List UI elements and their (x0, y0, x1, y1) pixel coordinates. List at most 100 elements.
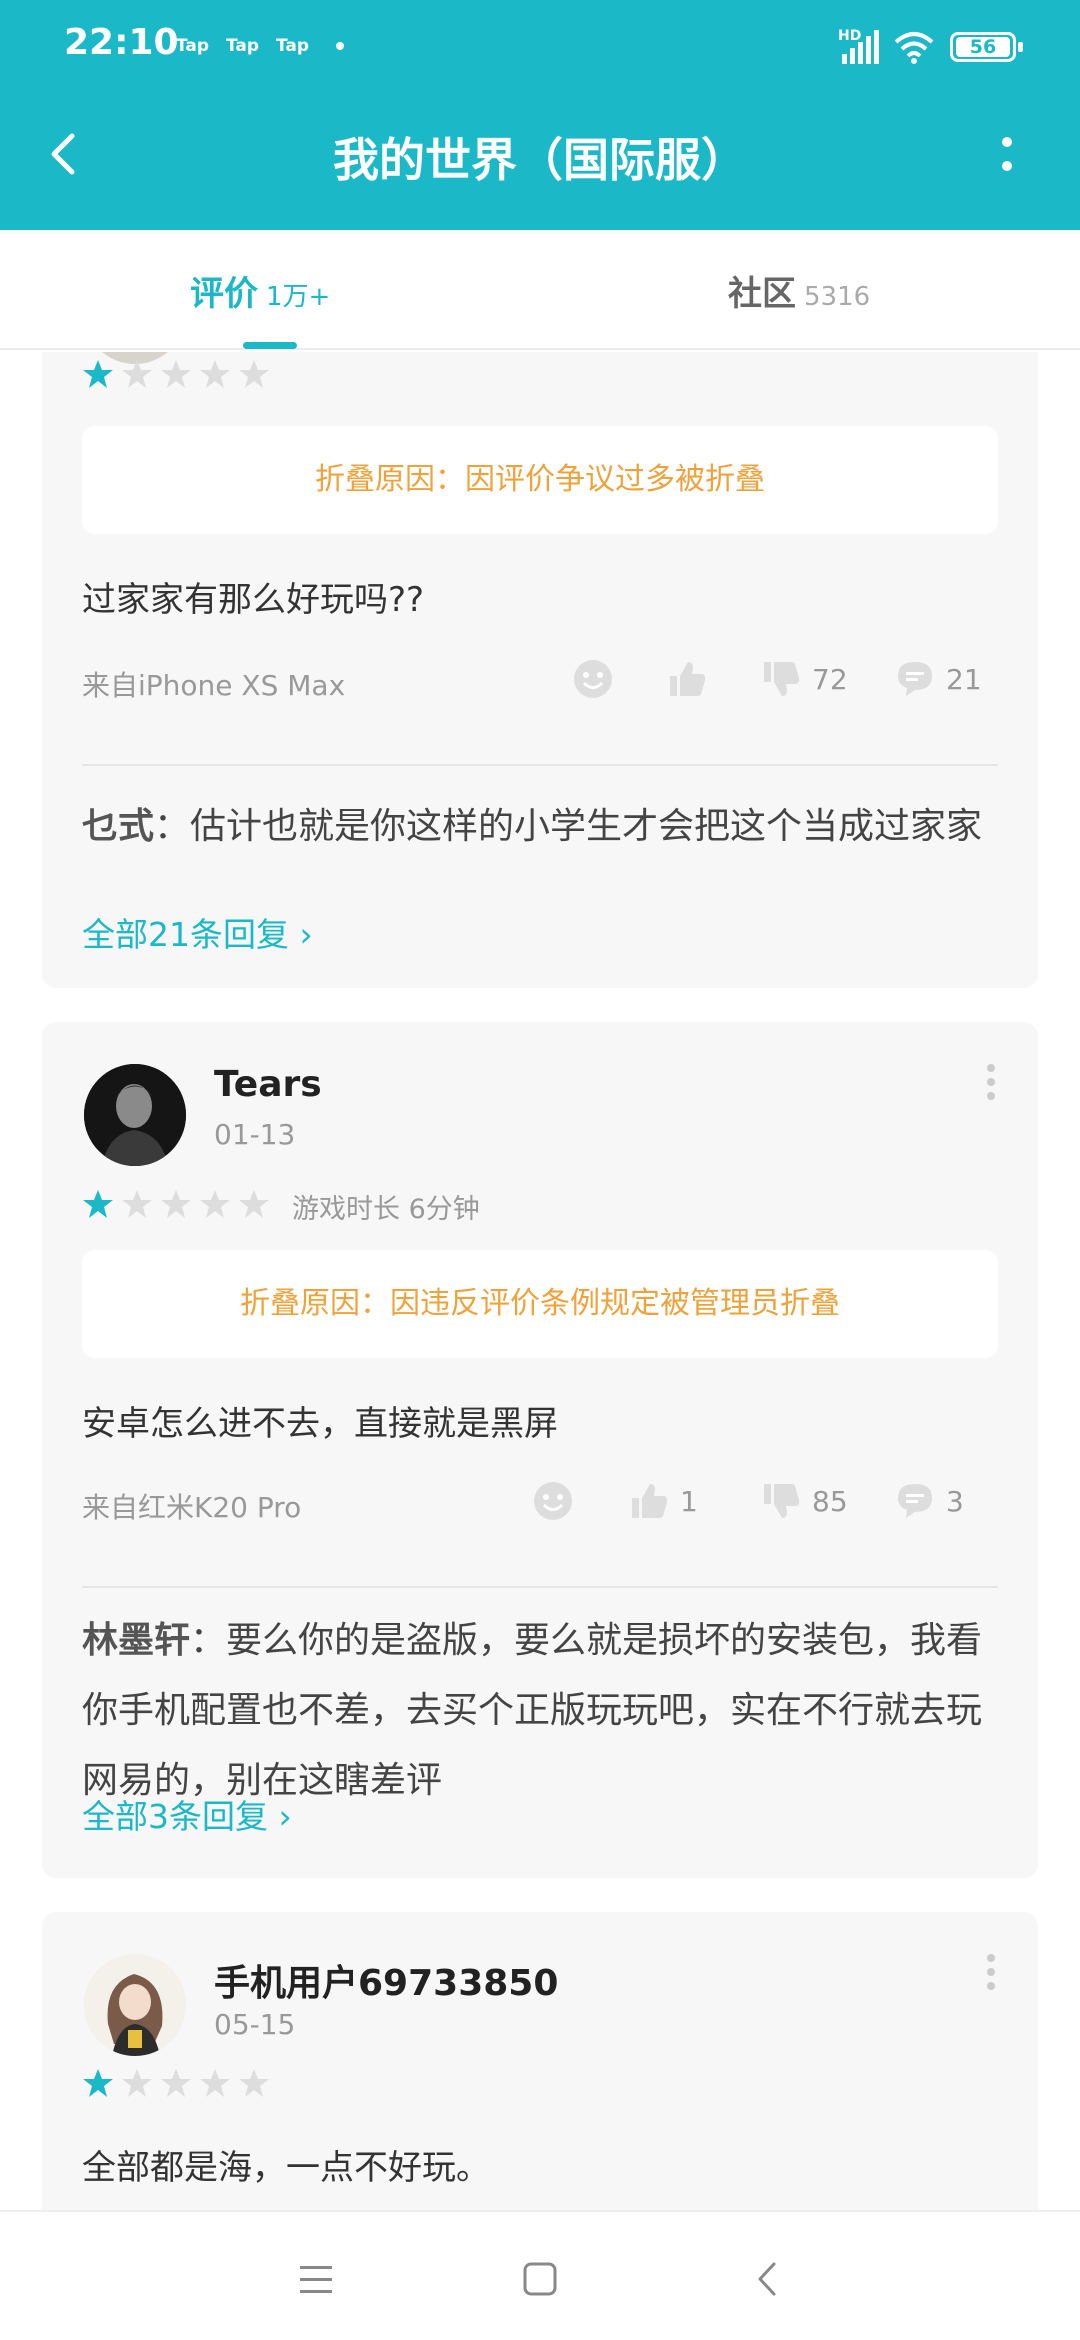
reply-text: 估计也就是你这样的小学生才会把这个当成过家家 (190, 806, 983, 847)
comment-icon (898, 1484, 932, 1518)
status-time: 22:10 (64, 22, 179, 63)
star-empty-icon (239, 360, 269, 388)
dislike-count: 85 (812, 1484, 848, 1518)
dislike-button[interactable]: 72 (760, 658, 848, 700)
avatar[interactable] (84, 1064, 186, 1166)
notification-tap-2: Tap (226, 36, 260, 56)
comment-icon (898, 662, 932, 696)
thumbs-down-icon (764, 1484, 800, 1518)
thumbs-down-icon (764, 662, 800, 696)
tab-reviews-label: 评价 (190, 274, 258, 314)
review-card: Tears 01-13 游戏时长 6分钟 折叠原因：因违反评价条例规定被管理员折… (42, 1022, 1038, 1878)
top-bar: 22:10 Tap Tap Tap HD 56 我的世界（国际服） (0, 0, 1080, 230)
tab-community[interactable]: 社区 5316 (728, 266, 870, 316)
tab-community-label: 社区 (728, 274, 796, 314)
star-empty-icon (161, 2069, 191, 2097)
rating-stars (82, 1187, 277, 1221)
star-filled-icon (83, 1190, 113, 1218)
battery-icon: 56 (950, 32, 1023, 62)
tab-reviews[interactable]: 评价 1万+ (190, 266, 330, 316)
emoji-icon (534, 1482, 572, 1520)
system-nav-bar (0, 2210, 1080, 2340)
all-replies-label: 全部3条回复 (82, 1797, 268, 1836)
tab-community-count: 5316 (804, 282, 871, 312)
all-replies-label: 全部21条回复 (82, 915, 289, 954)
emoji-reaction-button[interactable] (572, 658, 624, 700)
thumbs-up-icon (632, 1484, 668, 1518)
device-info: 来自红米K20 Pro (82, 1491, 302, 1524)
comment-count: 3 (946, 1484, 964, 1518)
notification-tap-1: Tap (176, 36, 210, 56)
device-info: 来自iPhone XS Max (82, 669, 346, 702)
star-filled-icon (83, 360, 113, 388)
username[interactable]: Tears (214, 1064, 322, 1105)
thumbs-up-icon (670, 662, 706, 696)
avatar[interactable] (84, 1954, 186, 2056)
top-reply[interactable]: 乜式：估计也就是你这样的小学生才会把这个当成过家家 (82, 792, 998, 862)
reply-author[interactable]: 乜式 (82, 806, 154, 847)
comment-button[interactable]: 3 (894, 1480, 964, 1522)
avatar-image (84, 1954, 186, 2056)
like-button[interactable] (666, 658, 718, 700)
username[interactable]: 手机用户69733850 (214, 1954, 558, 2006)
comment-button[interactable]: 21 (894, 658, 982, 700)
dislike-count: 72 (812, 662, 848, 696)
star-empty-icon (239, 2069, 269, 2097)
review-text: 过家家有那么好玩吗?? (82, 580, 425, 620)
more-options-icon[interactable] (976, 1952, 1006, 1992)
star-empty-icon (200, 1190, 230, 1218)
comment-count: 21 (946, 662, 982, 696)
like-count: 1 (680, 1484, 698, 1518)
tab-reviews-count: 1万+ (266, 282, 331, 312)
star-empty-icon (122, 1190, 152, 1218)
status-bar: 22:10 Tap Tap Tap HD 56 (0, 0, 1080, 96)
rating-stars (82, 2066, 277, 2100)
reply-separator: ： (154, 806, 191, 847)
review-text: 全部都是海，一点不好玩。 (82, 2148, 490, 2188)
star-empty-icon (122, 2069, 152, 2097)
tab-bar: 评价 1万+ 社区 5316 (0, 230, 1080, 350)
notification-tap-3: Tap (276, 36, 310, 56)
like-button[interactable]: 1 (628, 1480, 698, 1522)
top-reply[interactable]: 林墨轩：要么你的是盗版，要么就是损坏的安装包，我看你手机配置也不差，去买个正版玩… (82, 1606, 998, 1816)
emoji-icon (574, 660, 612, 698)
all-replies-link[interactable]: 全部3条回复 › (82, 1790, 292, 1838)
dislike-button[interactable]: 85 (760, 1480, 848, 1522)
reply-separator: ： (190, 1620, 227, 1661)
rating-stars (82, 357, 277, 391)
wifi-icon (894, 32, 934, 64)
chevron-right-icon: › (278, 1797, 292, 1836)
star-empty-icon (161, 360, 191, 388)
fold-notice: 折叠原因：因违反评价条例规定被管理员折叠 (82, 1250, 998, 1358)
app-bar: 我的世界（国际服） (0, 96, 1080, 230)
divider (82, 1586, 998, 1588)
emoji-reaction-button[interactable] (532, 1480, 584, 1522)
page-title: 我的世界（国际服） (333, 133, 747, 187)
active-tab-indicator (243, 342, 297, 349)
battery-level: 56 (956, 37, 1010, 57)
signal-icon (842, 30, 879, 64)
more-options-icon[interactable] (976, 1062, 1006, 1102)
menu-icon[interactable] (286, 2250, 346, 2310)
star-empty-icon (200, 360, 230, 388)
review-date: 05-15 (214, 2008, 296, 2041)
chevron-right-icon: › (299, 915, 313, 954)
fold-notice: 折叠原因：因评价争议过多被折叠 (82, 426, 998, 534)
review-list[interactable]: 折叠原因：因评价争议过多被折叠 过家家有那么好玩吗?? 来自iPhone XS … (0, 352, 1080, 2210)
home-icon[interactable] (510, 2250, 570, 2310)
playtime: 游戏时长 6分钟 (292, 1194, 480, 1225)
back-icon[interactable] (738, 2250, 798, 2310)
review-date: 01-13 (214, 1118, 296, 1151)
notification-dot (336, 42, 344, 50)
avatar-image (84, 1064, 186, 1166)
divider (82, 764, 998, 766)
all-replies-link[interactable]: 全部21条回复 › (82, 908, 313, 956)
star-empty-icon (122, 360, 152, 388)
more-options-icon[interactable] (982, 124, 1032, 184)
star-empty-icon (239, 1190, 269, 1218)
review-card: 折叠原因：因评价争议过多被折叠 过家家有那么好玩吗?? 来自iPhone XS … (42, 352, 1038, 988)
star-empty-icon (161, 1190, 191, 1218)
reply-author[interactable]: 林墨轩 (82, 1620, 190, 1661)
review-card: 手机用户69733850 05-15 全部都是海，一点不好玩。 (42, 1912, 1038, 2210)
review-text: 安卓怎么进不去，直接就是黑屏 (82, 1404, 558, 1444)
